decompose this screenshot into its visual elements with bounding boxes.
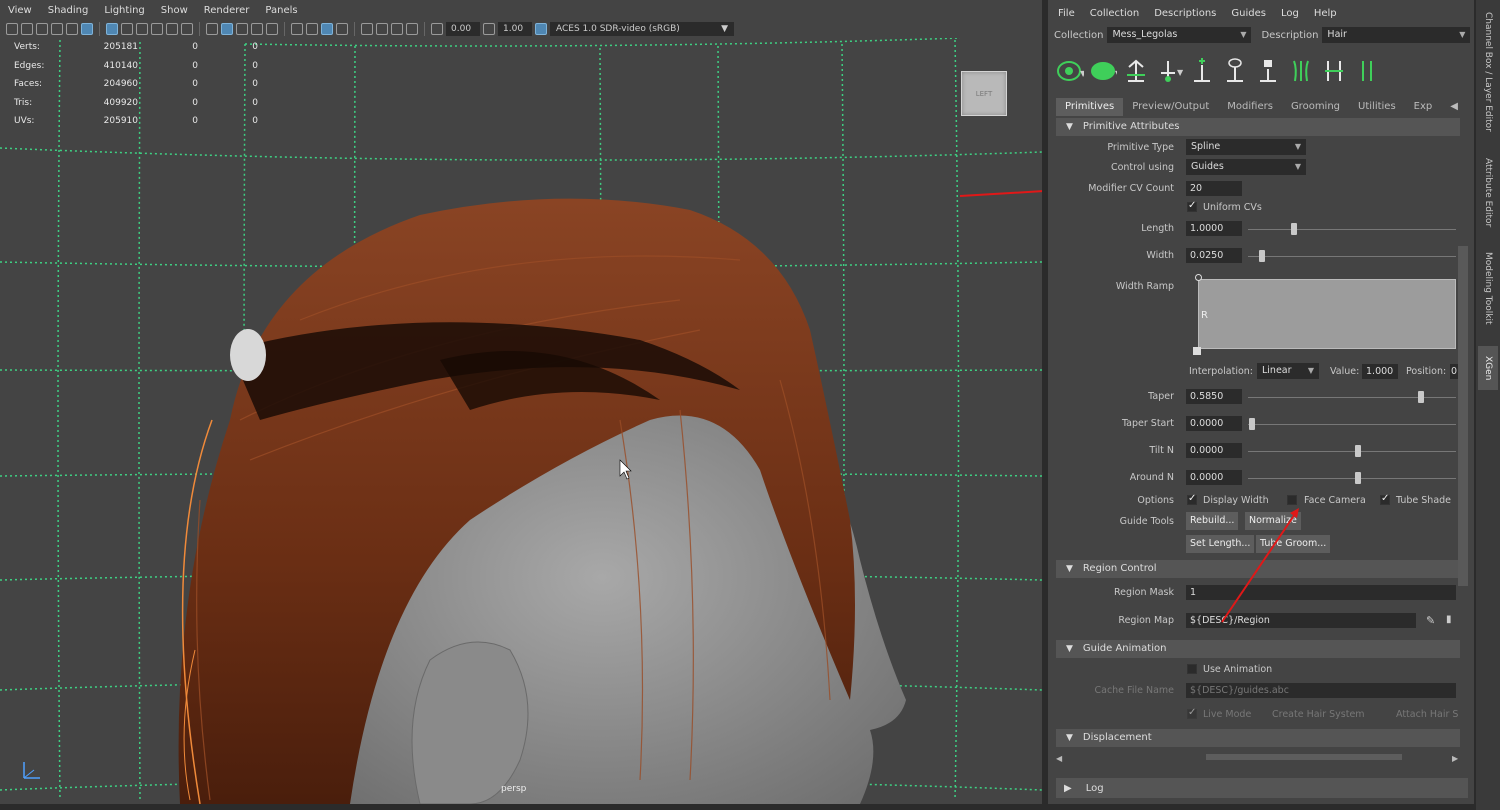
hud-row-edges: Edges: 410140 0 0 <box>14 57 258 76</box>
maya-viewport[interactable]: View Shading Lighting Show Renderer Pane… <box>0 0 1042 804</box>
grid-icon[interactable] <box>106 23 118 35</box>
exposure-icon[interactable] <box>431 23 443 35</box>
gamma-field[interactable]: 1.00 <box>498 22 532 36</box>
chevron-down-icon: ▼ <box>721 24 728 34</box>
side-tab-xgen[interactable]: XGen <box>1478 346 1498 390</box>
xray-joints-icon[interactable] <box>391 23 403 35</box>
hud-value: 0 <box>252 116 258 127</box>
menu-renderer[interactable]: Renderer <box>204 5 250 16</box>
hud-row-tris: Tris: 409920 0 0 <box>14 94 258 113</box>
gate-mask-icon[interactable] <box>151 23 163 35</box>
default-material-icon[interactable] <box>236 23 248 35</box>
ambient-occlusion-icon[interactable] <box>306 23 318 35</box>
poly-count-hud: Verts: 205181 0 0 Edges: 410140 0 0 Faces: 2049… <box>14 38 258 131</box>
annotation-overlay <box>1221 508 1299 623</box>
isolate-select-icon[interactable] <box>361 23 373 35</box>
hud-value: 409920 <box>103 97 138 108</box>
film-gate-icon[interactable] <box>121 23 133 35</box>
hud-value: 0 <box>252 97 258 108</box>
hud-value: 205181 <box>103 42 138 53</box>
menu-lighting[interactable]: Lighting <box>104 5 144 16</box>
use-lights-icon[interactable] <box>266 23 278 35</box>
view-cube[interactable]: LEFT <box>961 71 1007 116</box>
antialiasing-icon[interactable] <box>321 23 333 35</box>
hud-label: Tris: <box>14 97 33 108</box>
hud-value: 0 <box>192 97 198 108</box>
image-plane-icon[interactable] <box>51 23 63 35</box>
camera-lock-icon[interactable] <box>21 23 33 35</box>
side-tab-attribute-editor[interactable]: Attribute Editor <box>1478 150 1498 236</box>
hud-label: Verts: <box>14 42 40 53</box>
menu-panels[interactable]: Panels <box>265 5 297 16</box>
hud-row-uvs: UVs: 205910 0 0 <box>14 112 258 131</box>
hud-value: 205910 <box>103 116 138 127</box>
hud-value: 410140 <box>103 60 138 71</box>
menu-shading[interactable]: Shading <box>48 5 89 16</box>
hair-tie <box>230 329 266 381</box>
gamma-icon[interactable] <box>483 23 495 35</box>
exposure-field[interactable]: 0.00 <box>446 22 480 36</box>
annotation-arrow-2 <box>1221 513 1296 623</box>
view-transform-value: ACES 1.0 SDR-video (sRGB) <box>556 24 680 34</box>
hud-value: 0 <box>252 60 258 71</box>
menu-show[interactable]: Show <box>161 5 188 16</box>
color-management-icon[interactable] <box>535 23 547 35</box>
hud-value: 0 <box>192 116 198 127</box>
viewport-menubar: View Shading Lighting Show Renderer Pane… <box>0 0 1042 20</box>
hud-value: 0 <box>252 42 258 53</box>
smooth-shade-icon[interactable] <box>221 23 233 35</box>
camera-name-label: persp <box>501 784 527 794</box>
wireframe-icon[interactable] <box>206 23 218 35</box>
grease-pencil-active-icon[interactable] <box>81 23 93 35</box>
shadows-icon[interactable] <box>291 23 303 35</box>
hud-value: 0 <box>192 42 198 53</box>
hud-label: UVs: <box>14 116 35 127</box>
hud-value: 0 <box>252 79 258 90</box>
hud-value: 204960 <box>103 79 138 90</box>
hud-value: 0 <box>192 60 198 71</box>
side-tab-strip: Channel Box / Layer Editor Attribute Edi… <box>1476 0 1500 810</box>
hud-label: Faces: <box>14 79 43 90</box>
field-chart-icon[interactable] <box>166 23 178 35</box>
textured-icon[interactable] <box>251 23 263 35</box>
xray-icon[interactable] <box>376 23 388 35</box>
safe-action-icon[interactable] <box>181 23 193 35</box>
view-transform-dropdown[interactable]: ACES 1.0 SDR-video (sRGB) ▼ <box>550 22 734 36</box>
bookmark-icon[interactable] <box>36 23 48 35</box>
hud-label: Edges: <box>14 60 45 71</box>
camera-select-icon[interactable] <box>6 23 18 35</box>
axis-indicator-icon <box>23 762 40 779</box>
side-tab-channel-box[interactable]: Channel Box / Layer Editor <box>1478 8 1498 136</box>
xray-components-icon[interactable] <box>406 23 418 35</box>
side-tab-modeling-toolkit[interactable]: Modeling Toolkit <box>1478 240 1498 336</box>
resolution-gate-icon[interactable] <box>136 23 148 35</box>
xgen-panel: File Collection Descriptions Guides Log … <box>1048 0 1484 804</box>
hud-value: 0 <box>192 79 198 90</box>
hud-row-verts: Verts: 205181 0 0 <box>14 38 258 57</box>
depth-of-field-icon[interactable] <box>336 23 348 35</box>
viewport-toolbar: 0.00 1.00 ACES 1.0 SDR-video (sRGB) ▼ <box>0 20 1042 38</box>
hud-row-faces: Faces: 204960 0 0 <box>14 75 258 94</box>
menu-view[interactable]: View <box>8 5 32 16</box>
grease-pencil-icon[interactable] <box>66 23 78 35</box>
annotation-arrow-1 <box>959 190 1042 197</box>
